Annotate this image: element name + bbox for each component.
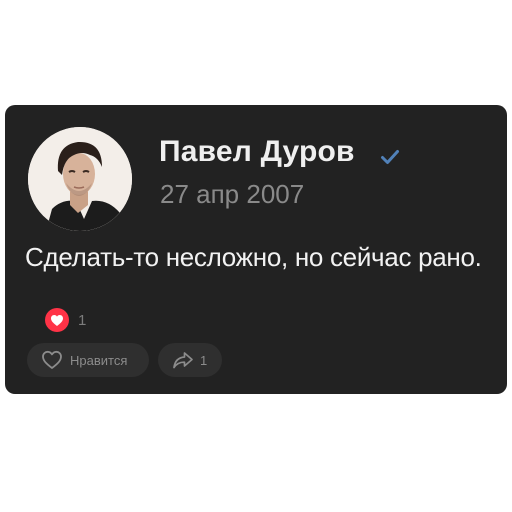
avatar-photo <box>28 127 132 231</box>
reactions-count: 1 <box>78 311 87 329</box>
like-button[interactable]: Нравится <box>27 343 149 377</box>
share-count: 1 <box>200 352 208 368</box>
post-text: Сделать-то несложно, но сейчас рано. <box>25 242 482 272</box>
heart-icon <box>45 308 69 332</box>
verified-check-icon <box>381 150 399 164</box>
share-arrow-icon <box>173 352 193 369</box>
post-card: Павел Дуров 27 апр 2007 Сделать-то несло… <box>5 105 507 394</box>
reactions-summary[interactable]: 1 <box>45 308 86 332</box>
avatar[interactable] <box>28 127 132 231</box>
post-date[interactable]: 27 апр 2007 <box>160 179 304 210</box>
heart-outline-icon <box>42 350 62 369</box>
author-name[interactable]: Павел Дуров <box>159 135 355 169</box>
share-button[interactable]: 1 <box>158 343 222 377</box>
like-button-label: Нравится <box>70 352 128 368</box>
